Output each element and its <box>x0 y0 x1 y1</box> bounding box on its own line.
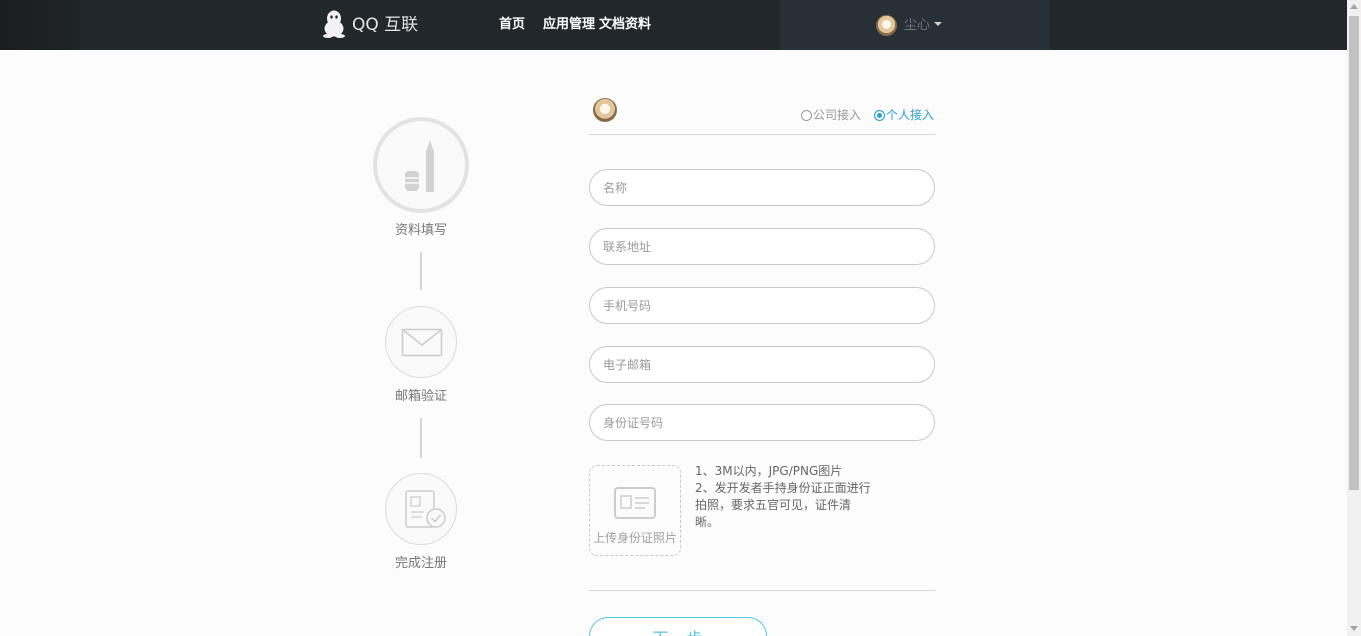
next-step-label: 下一步 <box>590 618 766 636</box>
top-navbar: QQ 互联 首页 应用管理 文档资料 尘心 <box>0 0 1347 50</box>
radio-label: 个人接入 <box>886 108 935 122</box>
nav-home[interactable]: 首页 <box>499 16 525 33</box>
logo-text[interactable]: QQ 互联 <box>352 14 418 36</box>
user-name[interactable]: 尘心 <box>904 17 930 34</box>
note-line: 1、3M以内，JPG/PNG图片 <box>695 464 843 478</box>
nav-documentation[interactable]: 文档资料 <box>599 16 651 33</box>
note-line: 晰。 <box>695 515 720 529</box>
pen-eraser-icon <box>405 140 434 192</box>
radio-company-access[interactable]: 公司接入 <box>801 107 861 123</box>
step-complete-circle <box>385 473 457 545</box>
caret-down-icon[interactable] <box>934 22 942 26</box>
step-label-fill-info: 资料填写 <box>394 223 447 238</box>
phone-input[interactable] <box>589 287 935 324</box>
email-input[interactable] <box>589 346 935 383</box>
id-number-input[interactable] <box>589 404 935 441</box>
step-connector <box>420 252 422 290</box>
radio-label: 公司接入 <box>813 108 862 122</box>
upload-requirements: 1、3M以内，JPG/PNG图片 2、发开发者手持身份证正面进行 拍照，要求五官… <box>695 463 895 531</box>
divider <box>589 134 935 135</box>
divider <box>589 590 935 591</box>
radio-icon[interactable] <box>801 109 812 121</box>
scrollbar-thumb[interactable] <box>1349 16 1359 490</box>
radio-personal-access[interactable]: 个人接入 <box>874 107 934 123</box>
step-label-complete: 完成注册 <box>394 556 447 571</box>
nav-app-management[interactable]: 应用管理 <box>543 16 595 33</box>
page: QQ 互联 首页 应用管理 文档资料 尘心 资料填写 邮箱验证 完成注册 公司接… <box>0 0 1361 636</box>
note-line: 2、发开发者手持身份证正面进行 <box>695 481 871 495</box>
envelope-icon <box>401 328 443 357</box>
note-line: 拍照，要求五官可见，证件清 <box>695 498 852 512</box>
next-step-button[interactable]: 下一步 <box>589 617 767 636</box>
upload-label: 上传身份证照片 <box>592 531 677 545</box>
step-connector <box>420 418 422 458</box>
step-fill-info-circle <box>373 117 469 213</box>
vertical-scrollbar[interactable] <box>1347 0 1361 636</box>
user-avatar[interactable] <box>876 15 897 36</box>
address-input[interactable] <box>589 228 935 265</box>
scroll-up-arrow-icon[interactable] <box>1350 4 1358 9</box>
step-email-verify-circle <box>385 306 457 378</box>
scroll-down-arrow-icon[interactable] <box>1350 626 1358 631</box>
id-photo-upload-button[interactable]: 上传身份证照片 <box>589 465 681 556</box>
name-input[interactable] <box>589 169 935 206</box>
radio-icon[interactable] <box>874 109 885 121</box>
step-label-email-verify: 邮箱验证 <box>394 389 447 404</box>
qq-penguin-icon[interactable] <box>322 10 346 38</box>
id-card-check-icon <box>405 490 446 528</box>
avatar <box>593 98 617 122</box>
id-card-icon <box>614 487 656 519</box>
